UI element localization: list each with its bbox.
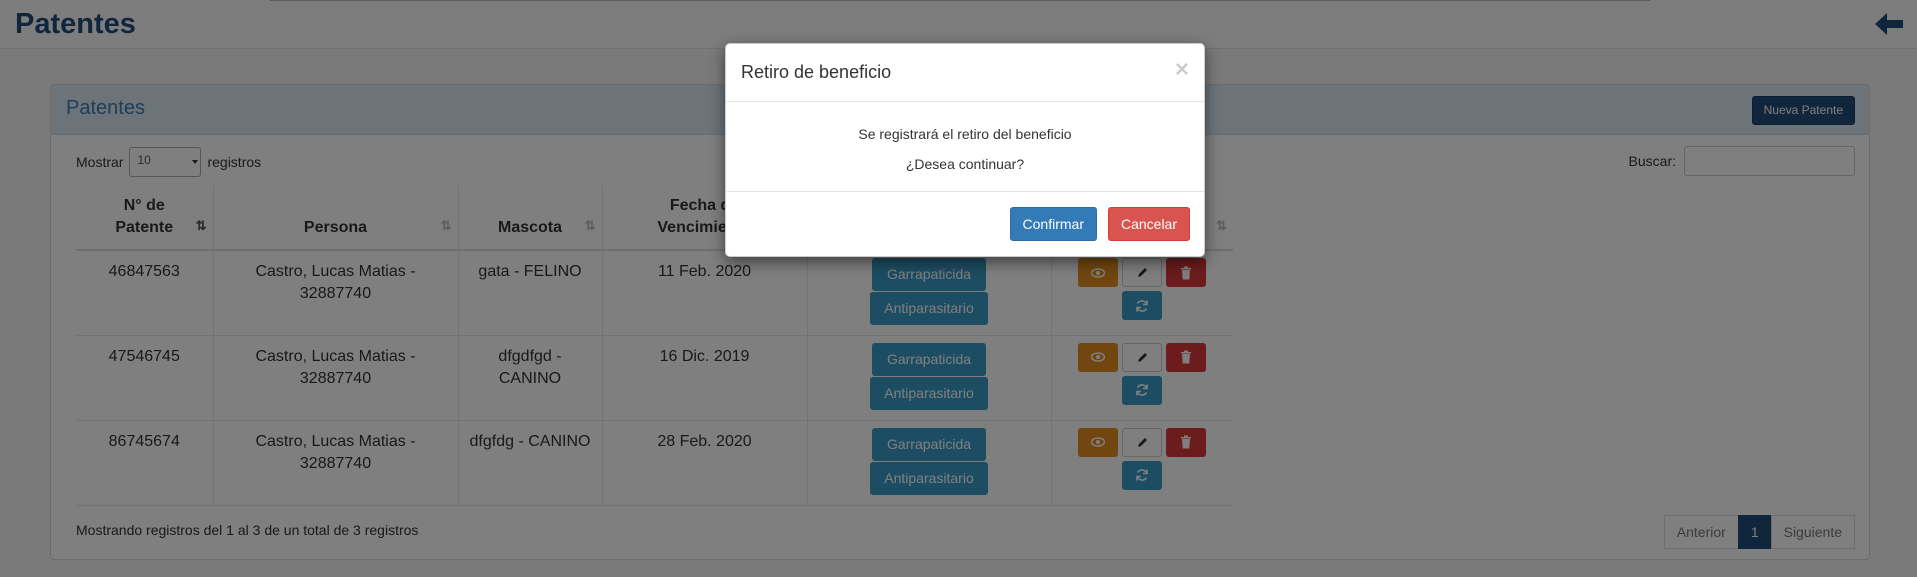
modal-message: Se registrará el retiro del beneficio: [858, 126, 1072, 142]
modal-question: ¿Desea continuar?: [905, 156, 1025, 172]
modal-header: Retiro de beneficio ×: [726, 44, 1204, 102]
confirm-modal: Retiro de beneficio × Se registrará el r…: [725, 43, 1205, 257]
modal-footer: Confirmar Cancelar: [726, 192, 1204, 256]
confirm-button[interactable]: Confirmar: [1009, 207, 1097, 241]
modal-title: Retiro de beneficio: [741, 62, 892, 82]
close-icon[interactable]: ×: [1175, 58, 1189, 82]
modal-body: Se registrará el retiro del beneficio ¿D…: [726, 102, 1204, 192]
cancel-button[interactable]: Cancelar: [1107, 207, 1190, 241]
